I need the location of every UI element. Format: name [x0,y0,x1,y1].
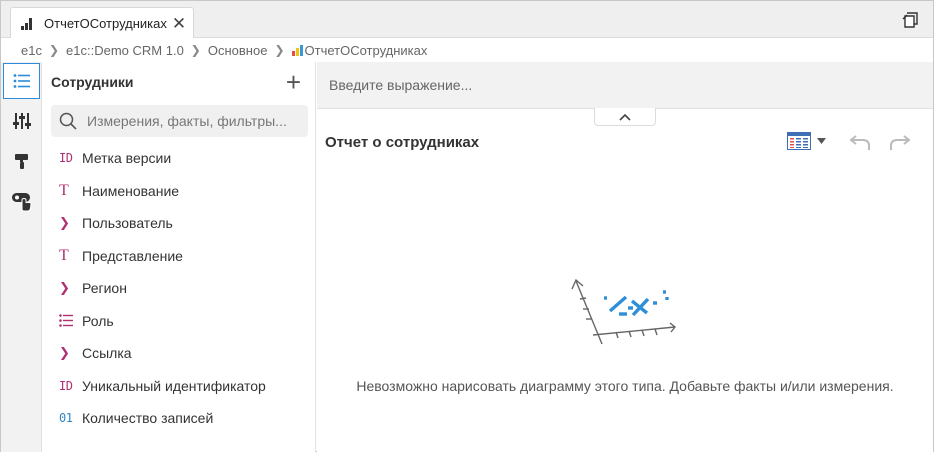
colored-bar-chart-icon [291,44,303,56]
empty-chart-illustration [571,278,676,345]
field-label: Наименование [82,182,180,199]
field-item[interactable]: T Представление [42,240,316,273]
visualization-type-select[interactable] [787,132,826,150]
collapse-toggle[interactable] [594,108,656,126]
fields-list-button[interactable] [3,63,40,99]
caret-down-icon [817,138,826,144]
expand-chevron-icon: ❯ [59,345,70,361]
field-search [51,105,308,137]
expand-chevron-icon: ❯ [59,215,70,231]
chevron-right-icon: ❯ [274,43,285,57]
interactions-button[interactable] [3,183,40,219]
id-type-icon: ID [59,378,73,393]
chevron-right-icon: ❯ [190,43,201,57]
close-icon[interactable]: ✕ [169,15,189,32]
field-label: Метка версии [82,150,172,167]
tab-bar: ОтчетОСотрудниках ✕ [1,1,933,39]
field-item[interactable]: T Наименование [42,175,316,208]
number-type-icon: 01 [59,411,73,426]
field-label: Представление [82,247,183,264]
chevron-right-icon: ❯ [48,43,60,57]
expression-input[interactable] [329,77,909,93]
breadcrumb-item-root[interactable]: e1c [21,43,42,58]
left-toolbar [1,62,42,452]
paint-roller-icon [14,154,28,169]
breadcrumb-item-current: ОтчетОСотрудниках [304,42,428,58]
search-icon [59,112,77,130]
table-grid-icon [787,132,811,150]
add-icon[interactable]: + [286,69,301,95]
panel-title: Сотрудники [51,74,134,90]
breadcrumb: e1c ❯ e1c::Demo CRM 1.0 ❯ Основное ❯ Отч… [1,38,933,62]
field-label: Ссылка [82,345,132,362]
search-input[interactable] [87,113,297,129]
text-type-icon: T [59,181,69,199]
field-label: Количество записей [82,410,214,427]
id-type-icon: ID [59,151,73,166]
restore-window-icon[interactable] [901,10,921,30]
app-window: ОтчетОСотрудниках ✕ e1c ❯ e1c::Demo CRM … [0,0,934,452]
field-item[interactable]: ID Уникальный идентификатор [42,370,316,403]
field-label: Пользователь [82,215,173,232]
tab-title: ОтчетОСотрудниках [44,16,167,31]
enum-list-icon [59,314,82,328]
tab-report[interactable]: ОтчетОСотрудниках ✕ [10,7,194,39]
undo-icon[interactable] [848,134,872,152]
breadcrumb-item-app[interactable]: e1c::Demo CRM 1.0 [66,43,184,58]
list-icon [13,74,30,88]
redo-icon[interactable] [888,134,912,152]
field-list: ID Метка версии T Наименование ❯ Пользователь… [42,142,316,435]
settings-sliders-button[interactable] [3,103,40,139]
field-item[interactable]: 01 Количество записей [42,402,316,435]
sliders-icon [12,113,31,129]
breadcrumb-item-section[interactable]: Основное [208,43,268,58]
field-item[interactable]: ❯ Регион [42,272,316,305]
report-area: Отчет о сотрудниках [317,62,933,452]
bar-chart-icon [21,17,35,30]
expression-bar [317,62,933,109]
field-label: Уникальный идентификатор [82,377,266,394]
expand-chevron-icon: ❯ [59,280,70,296]
field-label: Регион [82,280,127,297]
field-item[interactable]: ID Метка версии [42,142,316,175]
chevron-up-icon [619,113,631,121]
field-item[interactable]: ❯ Ссылка [42,337,316,370]
field-label: Роль [82,312,114,329]
touch-hand-icon [11,193,32,212]
text-type-icon: T [59,246,69,264]
fields-panel: Сотрудники + ID Метка версии T Наименование… [42,62,316,452]
field-item[interactable]: Роль [42,305,316,338]
format-paint-button[interactable] [3,143,40,179]
field-item[interactable]: ❯ Пользователь [42,207,316,240]
report-title: Отчет о сотрудниках [325,134,480,151]
empty-state-message: Невозможно нарисовать диаграмму этого ти… [356,378,894,394]
